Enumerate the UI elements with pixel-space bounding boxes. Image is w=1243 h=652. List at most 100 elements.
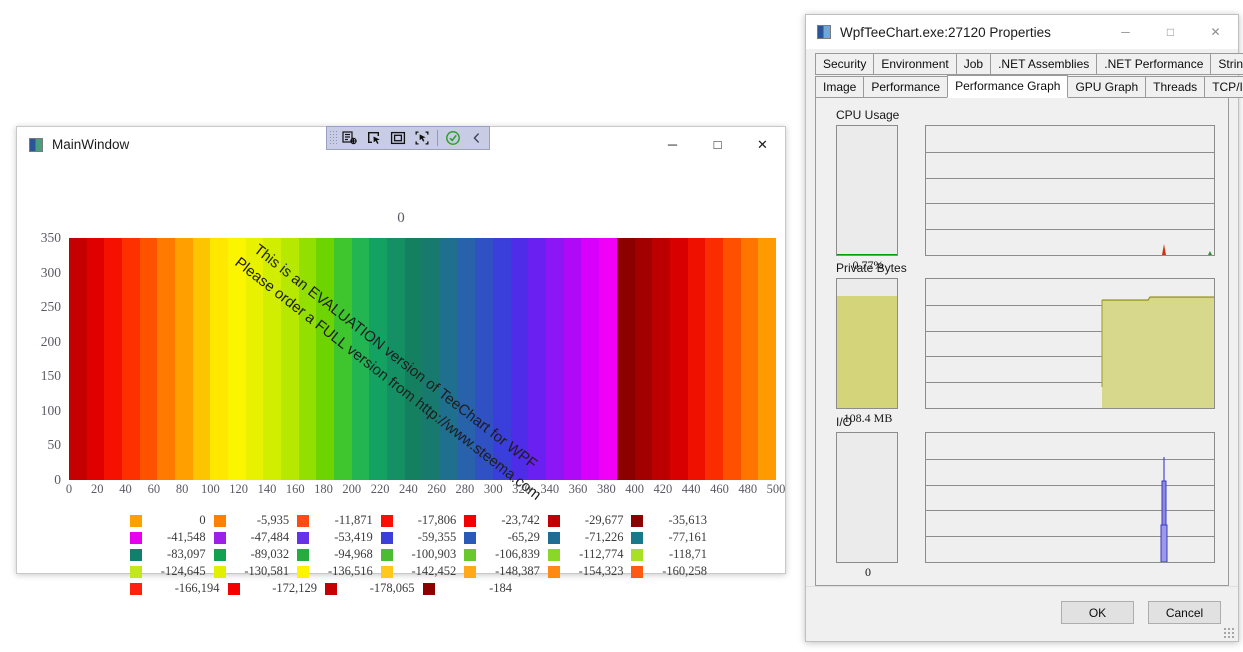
legend-color-swatch [297, 548, 310, 561]
legend-color-swatch [547, 531, 560, 544]
x-axis-tick-label: 20 [91, 482, 104, 496]
chart-color-band [493, 238, 511, 480]
maximize-icon[interactable]: □ [1148, 15, 1193, 49]
tab-gpu-graph[interactable]: GPU Graph [1067, 76, 1147, 98]
legend-value-label: -83,097 [167, 547, 206, 561]
enable-selection-icon[interactable] [362, 127, 386, 149]
main-window-titlebar[interactable]: MainWindow ─ □ ✕ [17, 126, 785, 162]
chart-plot-area [69, 238, 776, 480]
tab-threads[interactable]: Threads [1145, 76, 1206, 98]
toolbar-drag-handle[interactable] [329, 130, 338, 146]
tab-strings[interactable]: Strings [1210, 53, 1243, 75]
chart-color-band [351, 238, 370, 480]
metric-gauge-column: 108.4 MB [836, 278, 900, 426]
metric-history-graph [925, 432, 1215, 563]
properties-body: Security Environment Job .NET Assemblies .NE… [806, 49, 1243, 586]
chart-color-band [669, 238, 688, 480]
collapse-icon[interactable] [465, 127, 489, 149]
legend-color-swatch [130, 582, 142, 595]
metric-label: I/O [836, 415, 853, 429]
tab-security[interactable]: Security [815, 53, 875, 75]
legend-item: -184 [422, 581, 521, 596]
legend-item: -154,323 [547, 564, 632, 579]
tab-environment[interactable]: Environment [873, 53, 957, 75]
properties-titlebar[interactable]: WpfTeeChart.exe:27120 Properties ─ □ ✕ [806, 15, 1238, 49]
tab-net-assemblies[interactable]: .NET Assemblies [990, 53, 1098, 75]
metric-label: Private Bytes [836, 261, 907, 275]
legend-color-swatch [213, 514, 226, 527]
chart-color-band [599, 238, 617, 480]
legend-color-swatch [631, 531, 644, 544]
close-icon[interactable]: ✕ [740, 127, 785, 162]
chart-color-band [245, 238, 264, 480]
x-axis-tick-label: 460 [710, 482, 729, 496]
chart-color-band [298, 238, 317, 480]
legend-color-swatch [547, 514, 560, 527]
x-axis-tick-label: 340 [540, 482, 560, 496]
minimize-icon[interactable]: ─ [1103, 15, 1148, 49]
chart-color-band [69, 238, 87, 480]
y-axis-tick-label: 0 [54, 472, 61, 487]
cancel-button[interactable]: Cancel [1148, 601, 1221, 624]
display-layout-adorners-icon[interactable] [386, 127, 410, 149]
status-ok-icon[interactable] [441, 127, 465, 149]
x-axis-tick-label: 200 [342, 482, 362, 496]
legend-value-label: -11,871 [334, 513, 373, 527]
legend-item: -41,548 [130, 530, 214, 545]
legend-row: -83,097 -89,032 -94,968 -100,903 -106,839 -11… [130, 547, 715, 562]
legend-value-label: -148,387 [495, 564, 540, 578]
metric-gauge [836, 125, 898, 256]
x-axis-tick-label: 180 [314, 482, 333, 496]
chart-color-band [263, 238, 282, 480]
tab-image[interactable]: Image [815, 76, 865, 98]
x-axis-tick-label: 40 [119, 482, 132, 496]
legend-color-swatch [464, 548, 477, 561]
close-icon[interactable]: ✕ [1193, 15, 1238, 49]
resize-grip[interactable] [1223, 627, 1235, 639]
legend-item: -94,968 [297, 547, 381, 562]
legend-item: -59,355 [380, 530, 465, 545]
legend-color-swatch [130, 531, 142, 544]
legend-value-label: -100,903 [411, 547, 457, 561]
chart-color-band [316, 238, 335, 480]
chart-color-band [475, 238, 494, 480]
tab-tcp-ip[interactable]: TCP/IP [1204, 76, 1243, 98]
minimize-icon[interactable]: ─ [650, 127, 695, 162]
main-window: MainWindow ─ □ ✕ 0 0 50 100 150 200 250 … [16, 126, 786, 595]
chart-color-band [104, 238, 123, 480]
legend-value-label: -160,258 [662, 564, 708, 578]
properties-window-title: WpfTeeChart.exe:27120 Properties [840, 24, 1051, 40]
metric-history-graph [925, 125, 1215, 256]
tab-net-performance[interactable]: .NET Performance [1096, 53, 1212, 75]
chart-color-band [546, 238, 564, 480]
track-focused-element-icon[interactable] [410, 127, 434, 149]
app-icon [817, 25, 831, 39]
maximize-icon[interactable]: □ [695, 127, 740, 162]
legend-item: -160,258 [631, 564, 715, 579]
legend-value-label: -166,194 [174, 581, 220, 595]
legend-item: -23,742 [464, 513, 548, 528]
go-to-live-visual-tree-icon[interactable] [338, 127, 362, 149]
legend-value-label: -172,129 [272, 581, 317, 595]
toolbar-separator [436, 130, 438, 146]
tab-performance[interactable]: Performance [863, 76, 949, 98]
tab-performance-graph[interactable]: Performance Graph [947, 75, 1069, 98]
chart-color-band [228, 238, 246, 480]
chart-color-band [139, 238, 158, 480]
ok-button[interactable]: OK [1061, 601, 1134, 624]
tab-row-1: Security Environment Job .NET Assemblies .NE… [815, 53, 1243, 75]
legend-value-label: -130,581 [244, 564, 290, 578]
chart-color-band [652, 238, 670, 480]
legend-color-swatch [130, 565, 142, 578]
xaml-live-toolbar[interactable] [326, 126, 490, 150]
metric-label: CPU Usage [836, 108, 900, 122]
chart-color-band [334, 238, 352, 480]
chart-color-band [616, 238, 635, 480]
legend-item: -53,419 [297, 530, 381, 545]
legend-value-label: -124,645 [160, 564, 206, 578]
chart-color-band [528, 238, 547, 480]
legend-value-label: -53,419 [334, 530, 373, 544]
chart-color-band [705, 238, 723, 480]
legend-value-label: -178,065 [369, 581, 415, 595]
tab-job[interactable]: Job [955, 53, 992, 75]
